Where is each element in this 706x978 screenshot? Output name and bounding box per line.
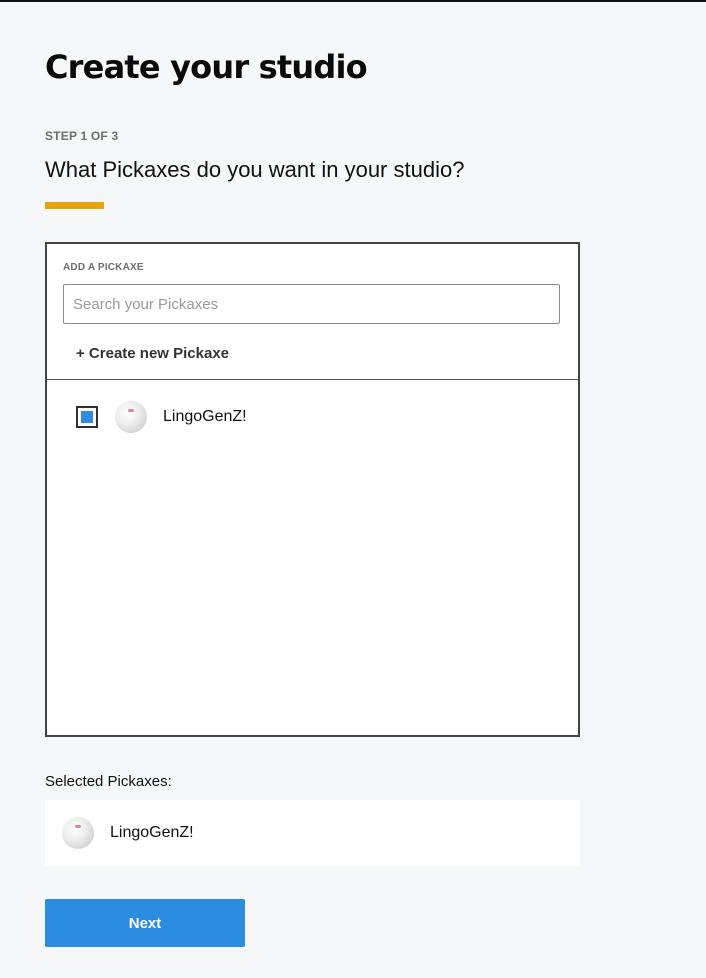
selected-pickaxe-item: LingoGenZ! <box>62 817 194 849</box>
accent-underline <box>45 202 104 209</box>
search-pickaxes-input[interactable] <box>63 284 560 324</box>
pickaxe-checkbox[interactable] <box>76 406 98 428</box>
add-pickaxe-label: ADD A PICKAXE <box>63 262 144 273</box>
pickaxe-avatar <box>115 401 147 433</box>
pickaxe-picker-panel: ADD A PICKAXE + Create new Pickaxe Lingo… <box>45 242 580 737</box>
step-indicator: STEP 1 OF 3 <box>45 129 119 143</box>
step-question: What Pickaxes do you want in your studio… <box>45 157 465 182</box>
pickaxe-list-item[interactable]: LingoGenZ! <box>76 397 247 437</box>
top-border <box>0 0 706 2</box>
pickaxe-name: LingoGenZ! <box>163 408 247 425</box>
selected-pickaxe-name: LingoGenZ! <box>110 824 194 841</box>
checkbox-checked-mark <box>81 411 93 423</box>
create-new-pickaxe-link[interactable]: + Create new Pickaxe <box>76 345 229 362</box>
next-button[interactable]: Next <box>45 899 245 947</box>
panel-divider <box>47 379 578 380</box>
selected-pickaxes-label: Selected Pickaxes: <box>45 773 172 790</box>
selected-pickaxes-list: LingoGenZ! <box>45 800 580 866</box>
page-title: Create your studio <box>45 48 368 86</box>
selected-pickaxe-avatar <box>62 817 94 849</box>
